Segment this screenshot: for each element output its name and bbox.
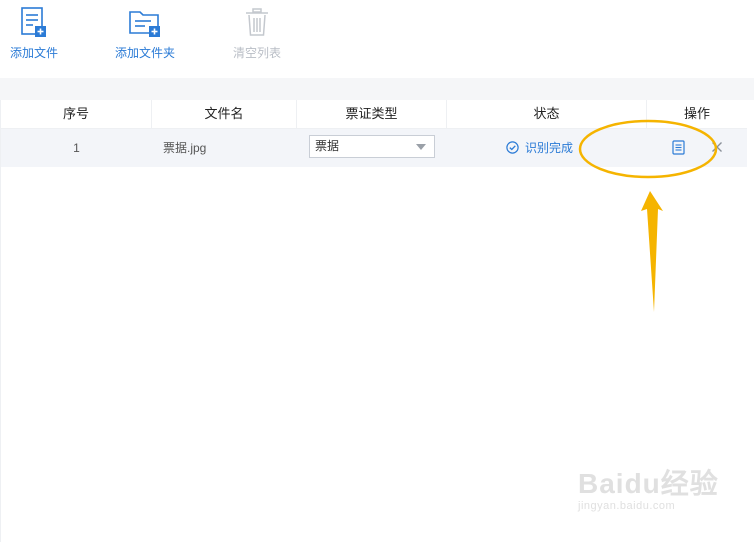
view-result-icon[interactable] — [672, 140, 685, 155]
add-file-label: 添加文件 — [9, 46, 58, 60]
add-folder-button[interactable]: 添加文件夹 — [105, 6, 185, 61]
ticket-type-select[interactable]: 票据 — [309, 135, 435, 158]
add-file-icon — [21, 7, 46, 37]
row-filename: 票据.jpg — [163, 141, 207, 155]
close-icon[interactable] — [711, 141, 723, 153]
watermark-brand: Baidu经验 — [578, 468, 719, 499]
dropdown-arrow-icon — [416, 144, 426, 150]
header-status: 状态 — [447, 100, 647, 128]
clear-list-label: 清空列表 — [232, 46, 281, 60]
row-index: 1 — [73, 141, 80, 155]
watermark: Baidu经验 jingyan.baidu.com — [578, 462, 719, 512]
row-status: 识别完成 — [506, 129, 573, 167]
table-header: 序号 文件名 票证类型 状态 操作 — [1, 100, 747, 129]
table-row[interactable]: 1 票据.jpg 票据 识别完成 — [1, 129, 747, 167]
header-ticket-type: 票证类型 — [297, 100, 447, 128]
add-folder-label: 添加文件夹 — [114, 46, 175, 60]
clear-list-button[interactable]: 清空列表 — [217, 6, 297, 61]
status-text: 识别完成 — [525, 141, 574, 155]
add-folder-icon — [129, 11, 160, 37]
header-filename: 文件名 — [152, 100, 297, 128]
add-file-button[interactable]: 添加文件 — [0, 6, 74, 61]
header-actions: 操作 — [683, 106, 710, 121]
ticket-type-value: 票据 — [315, 139, 340, 153]
check-circle-icon — [506, 141, 519, 155]
trash-icon — [246, 8, 268, 36]
header-index: 序号 — [1, 100, 152, 128]
toolbar: 添加文件 添加文件夹 清空列表 — [0, 0, 754, 80]
toolbar-divider — [0, 78, 754, 100]
